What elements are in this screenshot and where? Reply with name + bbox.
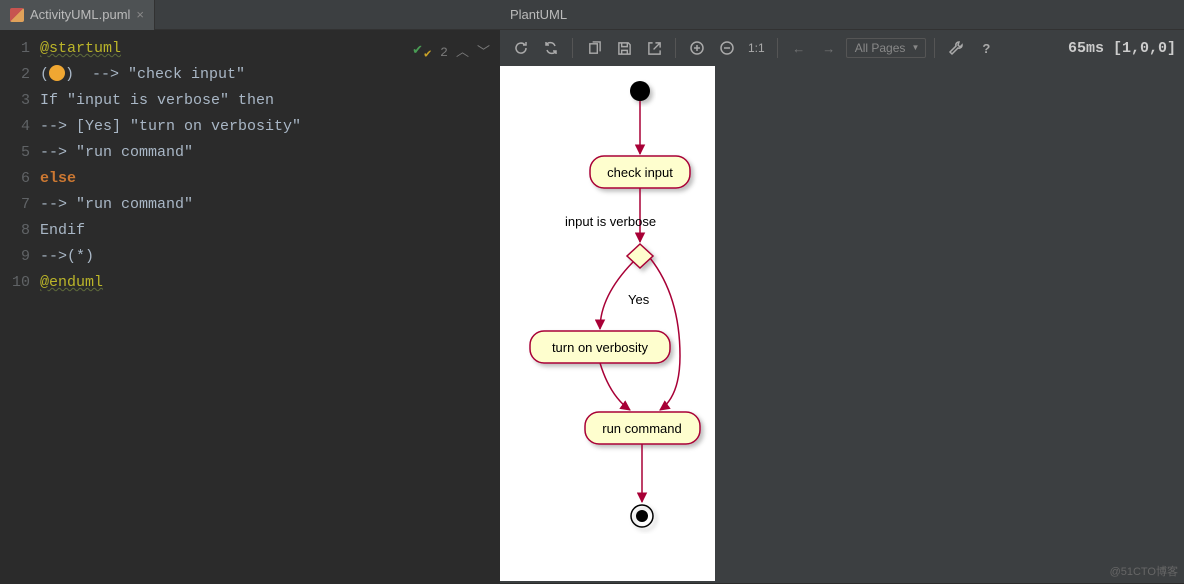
code-token: ( — [40, 66, 49, 83]
inspection-check-icon[interactable]: ✔✔ — [412, 38, 432, 69]
diagram-image: check input input is verbose Yes turn on… — [500, 66, 715, 581]
line-number: 7 — [0, 192, 30, 218]
help-icon[interactable]: ? — [973, 35, 999, 61]
line-number: 8 — [0, 218, 30, 244]
watermark: @51CTO博客 — [1110, 563, 1178, 579]
line-number: 10 — [0, 270, 30, 296]
code-token: @startuml — [40, 40, 121, 57]
diagram-condition-label: input is verbose — [565, 214, 656, 229]
code-area[interactable]: @startuml ( ) --> "check input" If "input… — [40, 30, 500, 583]
save-icon[interactable] — [611, 35, 637, 61]
toolbar-separator — [675, 38, 676, 58]
code-line: --> [Yes] "turn on verbosity" — [40, 118, 301, 135]
diagram-node-label: run command — [602, 421, 681, 436]
preview-pane: PlantUML 1:1 ← → All Pages ? 65ms [1,0,0… — [500, 0, 1184, 583]
render-timing: 65ms [1,0,0] — [1068, 40, 1176, 57]
toolbar-separator — [777, 38, 778, 58]
preview-toolbar: 1:1 ← → All Pages ? 65ms [1,0,0] — [500, 30, 1184, 66]
editor-body[interactable]: 1 2 3 4 5 6 7 8 9 10 @startuml ( ) --> "c… — [0, 30, 500, 583]
preview-title: PlantUML — [510, 7, 567, 22]
line-number: 5 — [0, 140, 30, 166]
code-line: If "input is verbose" then — [40, 92, 274, 109]
external-link-icon[interactable] — [641, 35, 667, 61]
refresh-icon[interactable] — [508, 35, 534, 61]
zoom-actual-button[interactable]: 1:1 — [744, 35, 769, 61]
code-line: Endif — [40, 222, 85, 239]
settings-wrench-icon[interactable] — [943, 35, 969, 61]
chevron-down-icon[interactable]: ﹀ — [477, 40, 490, 66]
copy-icon[interactable] — [581, 35, 607, 61]
preview-header: PlantUML — [500, 0, 1184, 30]
pages-dropdown[interactable]: All Pages — [846, 38, 927, 58]
warning-count[interactable]: 2 — [440, 40, 448, 66]
line-number: 3 — [0, 88, 30, 114]
diagram-branch-label: Yes — [628, 292, 650, 307]
sync-icon[interactable] — [538, 35, 564, 61]
next-page-icon[interactable]: → — [816, 35, 842, 61]
file-tab[interactable]: ActivityUML.puml × — [0, 0, 155, 30]
prev-page-icon[interactable]: ← — [786, 35, 812, 61]
close-icon[interactable]: × — [136, 7, 144, 22]
toolbar-separator — [572, 38, 573, 58]
line-gutter: 1 2 3 4 5 6 7 8 9 10 — [0, 30, 40, 583]
line-number: 6 — [0, 166, 30, 192]
code-line: --> "run command" — [40, 196, 193, 213]
line-number: 4 — [0, 114, 30, 140]
code-line: else — [40, 170, 76, 187]
diagram-canvas[interactable]: check input input is verbose Yes turn on… — [500, 66, 1184, 583]
zoom-in-icon[interactable] — [684, 35, 710, 61]
code-line: -->(*) — [40, 248, 94, 265]
line-number: 9 — [0, 244, 30, 270]
tab-filename: ActivityUML.puml — [30, 7, 130, 22]
zoom-out-icon[interactable] — [714, 35, 740, 61]
code-token: ) --> "check input" — [65, 66, 245, 83]
editor-indicators: ✔✔ 2 ︿ ﹀ — [412, 38, 490, 69]
line-number: 2 — [0, 62, 30, 88]
code-line: @enduml — [40, 274, 103, 291]
lightbulb-icon[interactable] — [49, 65, 65, 81]
file-type-icon — [10, 8, 24, 22]
code-line: --> "run command" — [40, 144, 193, 161]
diagram-node-label: check input — [607, 165, 673, 180]
line-number: 1 — [0, 36, 30, 62]
tab-bar: ActivityUML.puml × — [0, 0, 500, 30]
diagram-node-label: turn on verbosity — [552, 340, 649, 355]
toolbar-separator — [934, 38, 935, 58]
editor-pane: ActivityUML.puml × 1 2 3 4 5 6 7 8 9 10 … — [0, 0, 500, 583]
chevron-up-icon[interactable]: ︿ — [456, 40, 469, 66]
